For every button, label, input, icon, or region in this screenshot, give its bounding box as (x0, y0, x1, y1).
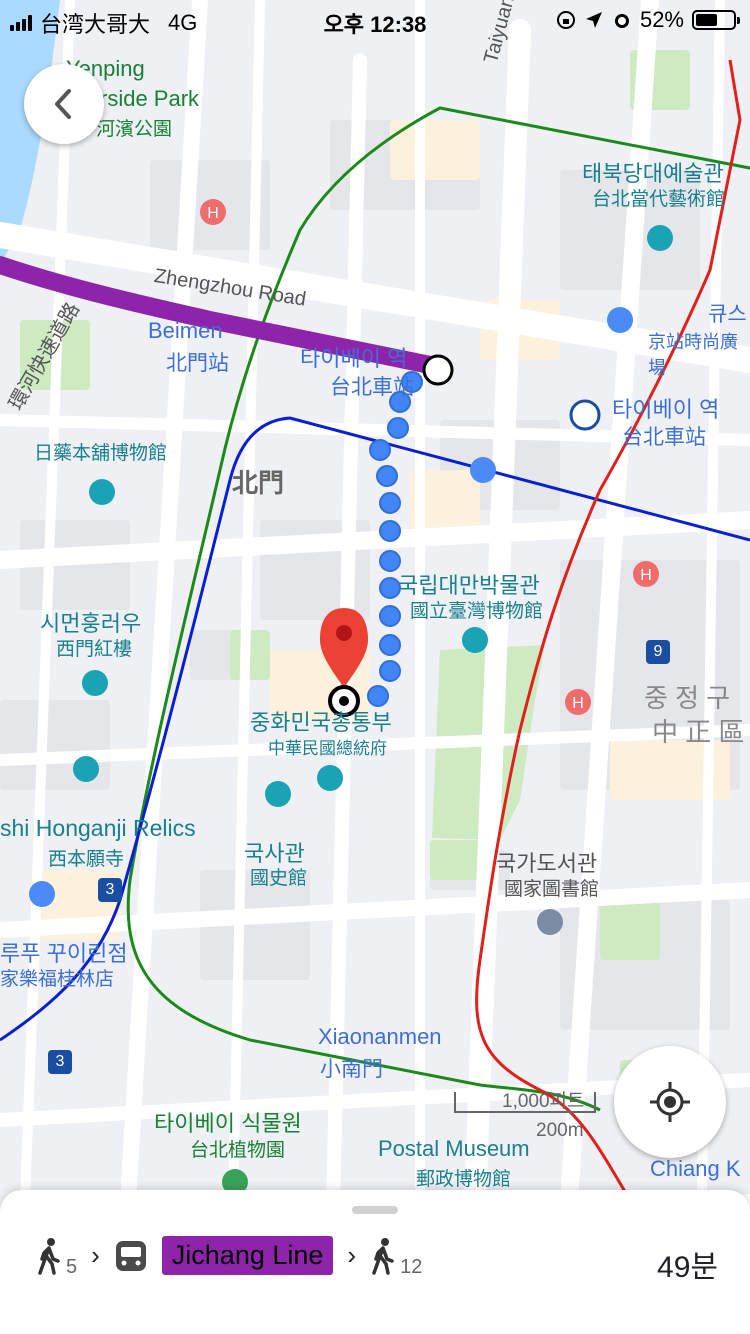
my-location-icon (650, 1082, 690, 1122)
battery-percent: 52% (639, 7, 684, 32)
back-button[interactable] (24, 64, 104, 144)
walk-1-minutes: 5 (66, 1255, 78, 1278)
walk-2-minutes: 12 (400, 1255, 423, 1278)
walk-icon (372, 1237, 394, 1275)
directions-sheet[interactable]: 5 › Jichang Line › 12 49분 (0, 1190, 750, 1334)
walk-step-2: 12 (370, 1237, 422, 1278)
bus-icon (115, 1240, 146, 1271)
chevron-right-icon: › (347, 1240, 357, 1270)
sheet-drag-handle[interactable] (352, 1206, 398, 1214)
walk-icon (38, 1237, 60, 1275)
transit-line-badge: Jichang Line (161, 1236, 334, 1275)
battery-icon (692, 10, 740, 30)
chevron-left-icon (55, 89, 71, 119)
walk-step-1: 5 (36, 1237, 77, 1278)
svg-text:H: H (572, 695, 584, 712)
total-duration: 49분 (657, 1251, 718, 1284)
route-summary[interactable]: 5 › Jichang Line › 12 (36, 1236, 422, 1278)
svg-text:H: H (640, 567, 652, 584)
svg-text:H: H (207, 205, 219, 222)
location-arrow-icon (585, 12, 602, 28)
status-bar: 台湾大哥大 4G 오후 12:38 52% (0, 0, 750, 40)
my-location-button[interactable] (614, 1046, 726, 1158)
lock-rotation-icon (556, 11, 575, 29)
chevron-right-icon: › (91, 1240, 100, 1270)
alarm-icon (614, 14, 629, 28)
